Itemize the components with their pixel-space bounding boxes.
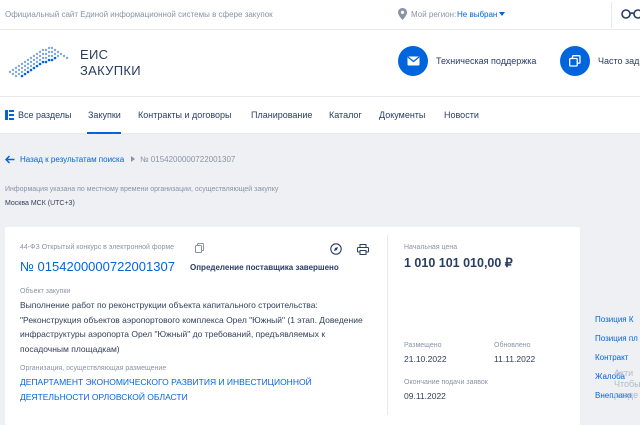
site-title: Официальный сайт Единой информационной с…: [5, 10, 273, 19]
status-badge: Определение поставщика завершено: [190, 263, 339, 272]
logo-line-2: ЗАКУПКИ: [80, 63, 141, 78]
glasses-icon[interactable]: [621, 8, 640, 20]
watermark-line-2: Чтобы: [614, 379, 640, 389]
logo-line-1: ЕИС: [80, 47, 109, 62]
activation-watermark: Акти Чтобы разде: [614, 368, 640, 425]
logo-text[interactable]: ЕИС ЗАКУПКИ: [80, 47, 141, 79]
updated-date: 11.11.2022: [494, 354, 536, 364]
russia-map-logo-icon[interactable]: [4, 42, 72, 82]
law-type: 44-ФЗ Открытый конкурс в электронной фор…: [20, 244, 175, 251]
breadcrumb-current: № 0154200000722001307: [140, 155, 236, 164]
watermark-line-1: Акти: [614, 368, 634, 378]
organization-label: Организация, осуществляющая размещение: [20, 365, 167, 372]
chevron-right-icon: [131, 156, 135, 162]
procurement-card: 44-ФЗ Открытый конкурс в электронной фор…: [5, 227, 580, 425]
side-link-position-k[interactable]: Позиция К: [595, 315, 634, 324]
deadline-label: Окончание подачи заявок: [404, 379, 488, 386]
copy-icon[interactable]: [195, 243, 204, 253]
region-label: Мой регион:: [411, 10, 457, 19]
back-to-results-link[interactable]: Назад к результатам поиска: [20, 155, 124, 164]
nav-item-planning[interactable]: Планирование: [251, 110, 312, 120]
object-description: Выполнение работ по реконструкции объект…: [20, 300, 363, 354]
nav-item-purchases[interactable]: Закупки: [88, 110, 121, 120]
sections-grid-icon[interactable]: [5, 110, 14, 120]
copy-icon: [569, 55, 581, 67]
posted-date: 21.10.2022: [404, 354, 447, 364]
nav-item-documents[interactable]: Документы: [379, 110, 425, 120]
nav-item-news[interactable]: Новости: [444, 110, 479, 120]
deadline-date: 09.11.2022: [404, 391, 446, 401]
object-label: Объект закупки: [20, 288, 71, 295]
nav-item-all-sections[interactable]: Все разделы: [18, 110, 72, 120]
compass-icon[interactable]: [330, 243, 342, 255]
side-link-position-plan[interactable]: Позиция пл: [595, 334, 638, 343]
timezone-note: Информация указана по местному времени о…: [5, 186, 279, 193]
print-icon[interactable]: [357, 244, 369, 255]
watermark-line-3: разде: [614, 390, 639, 400]
posted-label: Размещено: [404, 342, 442, 349]
nav-item-contracts[interactable]: Контракты и договоры: [138, 110, 232, 120]
card-divider: [387, 235, 388, 415]
updated-label: Обновлено: [494, 342, 531, 349]
price-label: Начальная цена: [404, 244, 458, 251]
divider: [611, 2, 612, 28]
support-button[interactable]: [398, 46, 428, 76]
header: ЕИС ЗАКУПКИ Техническая поддержка Часто …: [0, 30, 640, 96]
location-pin-icon[interactable]: [398, 8, 407, 20]
faq-link[interactable]: Часто зад: [598, 56, 639, 66]
faq-button[interactable]: [560, 46, 590, 76]
organization-link[interactable]: ДЕПАРТАМЕНТ ЭКОНОМИЧЕСКОГО РАЗВИТИЯ И ИН…: [20, 375, 365, 404]
support-link[interactable]: Техническая поддержка: [436, 56, 536, 66]
chevron-down-icon[interactable]: [499, 12, 505, 16]
nav-item-catalog[interactable]: Каталог: [329, 110, 362, 120]
envelope-icon: [407, 56, 419, 66]
side-link-contract[interactable]: Контракт: [595, 353, 628, 362]
timezone-value: Москва МСК (UTC+3): [5, 200, 75, 207]
region-selector[interactable]: Не выбран: [457, 10, 497, 19]
top-bar: Официальный сайт Единой информационной с…: [0, 0, 640, 30]
procurement-number[interactable]: № 0154200000722001307: [20, 259, 175, 274]
price-value: 1 010 101 010,00 ₽: [404, 256, 513, 270]
arrow-left-icon[interactable]: [5, 155, 15, 164]
main-nav: Все разделы Закупки Контракты и договоры…: [0, 96, 640, 134]
active-tab-indicator: [87, 132, 121, 134]
